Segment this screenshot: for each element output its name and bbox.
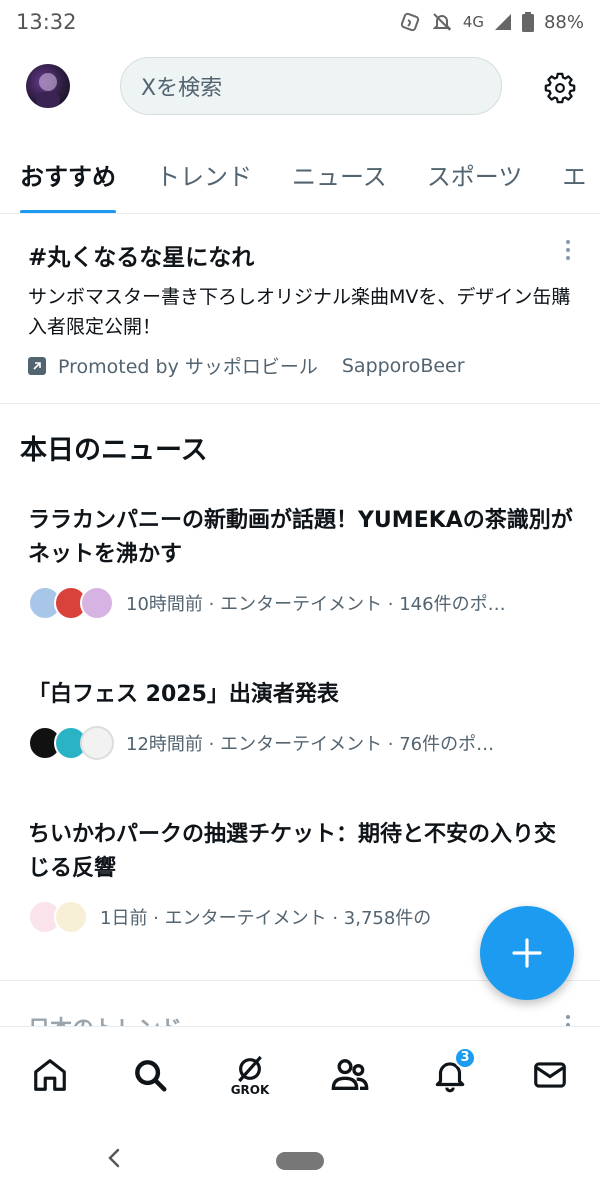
news-section-title: 本日のニュース (20, 435, 208, 466)
avatar (80, 586, 114, 620)
notifications-off-icon (431, 11, 453, 33)
bottom-nav: GROK 3 (0, 1026, 600, 1122)
system-nav (0, 1122, 600, 1200)
nav-messages[interactable] (520, 1045, 580, 1105)
news-item[interactable]: 「白フェス 2025」出演者発表 12時間前 · エンターテイメント · 76件… (28, 678, 573, 760)
promoted-trend[interactable]: #丸くなるな星になれ サンボマスター書き下ろしオリジナル楽曲MVを、デザイン缶購… (0, 214, 600, 404)
header: Xを検索 (0, 44, 600, 134)
promoted-meta: Promoted by サッポロビール SapporoBeer (28, 352, 572, 379)
search-icon (135, 1059, 167, 1091)
communities-icon (331, 1058, 369, 1090)
nav-home[interactable] (20, 1045, 80, 1105)
avatar (80, 726, 114, 760)
explore-tabs: おすすめ トレンド ニュース スポーツ エ (0, 134, 600, 214)
nav-grok[interactable]: GROK (220, 1045, 280, 1105)
news-meta-text: 1日前 · エンターテイメント · 3,758件の (100, 908, 432, 929)
battery-percent: 88% (543, 11, 584, 33)
status-time: 13:32 (16, 10, 77, 34)
promoted-by: Promoted by サッポロビール (58, 356, 318, 378)
tab-news[interactable]: ニュース (272, 134, 407, 213)
tab-trending[interactable]: トレンド (136, 134, 272, 213)
news-avatars (28, 900, 88, 934)
nav-search[interactable] (120, 1045, 180, 1105)
news-headline: 「白フェス 2025」出演者発表 (28, 682, 339, 707)
news-item[interactable]: ちいかわパークの抽選チケット：期待と不安の入り交じる反響 1日前 · エンターテ… (28, 818, 573, 934)
gear-icon[interactable] (540, 68, 580, 108)
tab-entertainment[interactable]: エ (542, 134, 600, 213)
news-avatars (28, 586, 114, 620)
news-meta: 10時間前 · エンターテイメント · 146件のポ… (28, 586, 573, 620)
tab-sports[interactable]: スポーツ (407, 134, 543, 213)
promoted-icon (28, 356, 46, 375)
promoted-title: #丸くなるな星になれ (28, 245, 255, 271)
search-placeholder: Xを検索 (141, 76, 223, 101)
tab-recommended[interactable]: おすすめ (0, 134, 136, 213)
back-icon[interactable] (104, 1146, 124, 1177)
news-item[interactable]: ララカンパニーの新動画が話題！YUMEKAの茶識別がネットを沸かす 10時間前 … (28, 504, 573, 620)
news-avatars (28, 726, 114, 760)
nav-communities[interactable] (320, 1045, 380, 1105)
compose-button[interactable] (480, 906, 574, 1000)
battery-icon (521, 12, 534, 32)
signal-icon (494, 13, 512, 31)
avatar (54, 900, 88, 934)
nfc-icon (399, 11, 421, 33)
status-bar: 13:32 4G 88% (0, 0, 600, 44)
more-icon[interactable] (564, 240, 572, 260)
status-icons: 4G 88% (399, 11, 584, 33)
home-icon (34, 1058, 66, 1091)
search-input[interactable]: Xを検索 (120, 57, 502, 115)
home-gesture-pill[interactable] (276, 1152, 324, 1170)
nav-notifications[interactable]: 3 (420, 1045, 480, 1105)
news-meta-text: 12時間前 · エンターテイメント · 76件のポ… (126, 734, 495, 755)
promoted-handle: SapporoBeer (341, 354, 465, 377)
news-headline: ララカンパニーの新動画が話題！YUMEKAの茶識別がネットを沸かす (28, 508, 573, 567)
grok-label: GROK (230, 1082, 270, 1097)
grok-icon (238, 1055, 262, 1082)
avatar[interactable] (26, 64, 70, 108)
mail-icon (534, 1061, 566, 1088)
notification-badge: 3 (454, 1046, 476, 1069)
news-meta-text: 10時間前 · エンターテイメント · 146件のポ… (126, 594, 506, 615)
news-meta: 12時間前 · エンターテイメント · 76件のポ… (28, 726, 573, 760)
promoted-description: サンボマスター書き下ろしオリジナル楽曲MVを、デザイン缶購入者限定公開！ (28, 286, 571, 338)
plus-icon (512, 938, 542, 968)
network-label: 4G (462, 13, 484, 31)
news-headline: ちいかわパークの抽選チケット：期待と不安の入り交じる反響 (28, 822, 557, 881)
